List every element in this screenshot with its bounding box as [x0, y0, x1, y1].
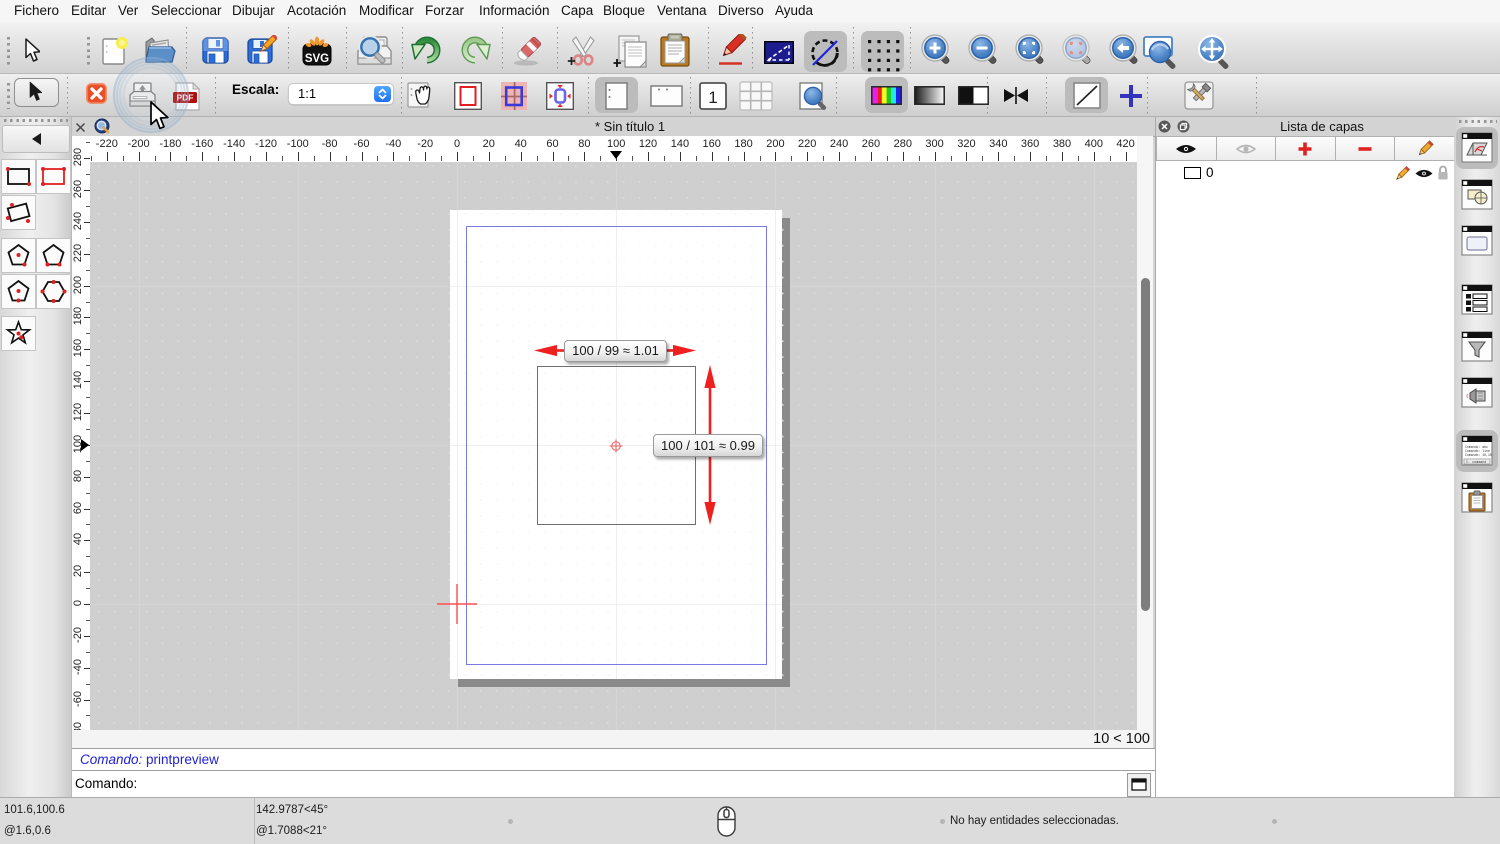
svg-text:SVG: SVG — [305, 53, 329, 65]
svg-text:1: 1 — [708, 88, 717, 107]
svg-text:Comando: 10,10: Comando: 10,10 — [1465, 453, 1492, 457]
svg-text:C: command: C: command — [1466, 460, 1486, 465]
